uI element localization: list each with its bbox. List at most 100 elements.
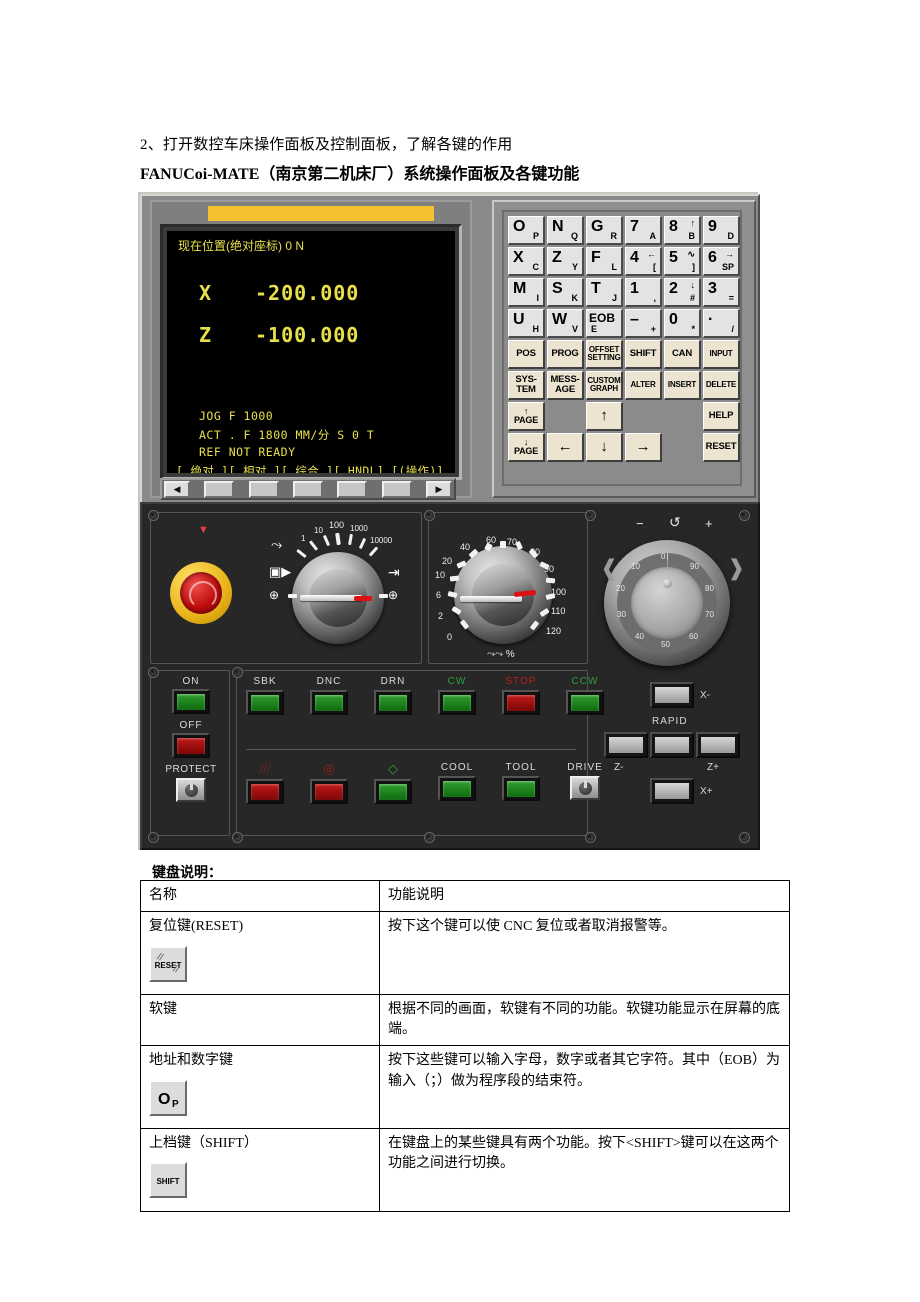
key-T-J[interactable]: TJ [586, 278, 623, 307]
key-8-B[interactable]: 8 ↑ B [664, 216, 701, 245]
feed-label-60: 60 [486, 535, 497, 545]
softkey-next[interactable]: ▶ [425, 480, 452, 498]
jog-x-plus-button[interactable] [650, 778, 694, 804]
key-minus-plus[interactable]: – + [625, 309, 662, 338]
row-softkey-desc: 根据不同的画面，软键有不同的功能。软键功能显示在屏幕的底端。 [379, 993, 790, 1047]
key-offset-setting[interactable]: OFFSET SETTING [586, 340, 623, 369]
dnc-button[interactable] [310, 690, 348, 715]
feed-label-10: 10 [435, 570, 446, 580]
key-7-A[interactable]: 7A [625, 216, 662, 245]
spindle-cw-button[interactable] [438, 690, 476, 715]
axis-z-label: Z [199, 323, 213, 347]
protect-keyswitch[interactable] [176, 778, 206, 802]
jog-x-minus-button[interactable] [650, 682, 694, 708]
mdi-keyboard-housing: OP NQ GR 7A 8 ↑ B 9D XC ZY FL 4 ←[ 5 ∿] 6 → SP… [492, 200, 756, 498]
key-O-P[interactable]: OP [508, 216, 545, 245]
chip-conveyor-button[interactable] [246, 779, 284, 804]
spindle-ccw-button[interactable] [566, 690, 604, 715]
key-EOB-E[interactable]: EOB E [586, 309, 623, 338]
cycle-start-button[interactable] [374, 779, 412, 804]
emergency-stop-button[interactable] [170, 562, 232, 624]
keyswitch-icon [184, 781, 198, 797]
key-6-SP[interactable]: 6 → SP [703, 247, 740, 276]
cursor-down-icon[interactable]: ↓ [586, 433, 623, 462]
machine-off-button[interactable] [172, 733, 210, 758]
key-M-I[interactable]: MI [508, 278, 545, 307]
heading-panel-title: FANUCoi-MATE（南京第二机床厂）系统操作面板及各键功能 [140, 166, 580, 183]
drive-keyswitch[interactable] [570, 776, 600, 800]
key-N-Q[interactable]: NQ [547, 216, 584, 245]
handwheel-grip-dimple [663, 579, 672, 588]
row-address-desc: 按下这些键可以输入字母，数字或者其它字符。其中（EOB）为输入（；）做为程序段的… [379, 1045, 790, 1130]
key-Z-Y[interactable]: ZY [547, 247, 584, 276]
cnc-display-screen: 现在位置(绝对座标) 0 N X -200.000 Z -100.000 JOG… [167, 231, 455, 473]
key-page-down[interactable]: ↓ PAGE [508, 433, 545, 462]
feed-label-110: 110 [551, 606, 566, 616]
key-reset[interactable]: RESET [703, 433, 740, 462]
panel-screw-tr [585, 510, 596, 521]
feed-label-80: 80 [530, 547, 541, 557]
key-insert[interactable]: INSERT [664, 371, 701, 400]
machine-on-button[interactable] [172, 689, 210, 714]
softkey-4[interactable] [337, 480, 368, 498]
cursor-left-icon[interactable]: ← [547, 433, 584, 462]
jog-z-minus-button[interactable] [604, 732, 648, 758]
softkey-5[interactable] [381, 480, 412, 498]
machine-control-panel: 1 10 100 1000 10000 ▣▶ ⇥ ⤳ ⊕ ⊕ 0 2 6 10 … [140, 502, 760, 850]
key-3-equals[interactable]: 3 = [703, 278, 740, 307]
key-5-bracket[interactable]: 5 ∿] [664, 247, 701, 276]
key-9-D[interactable]: 9D [703, 216, 740, 245]
key-2-hash[interactable]: 2 ↓ # [664, 278, 701, 307]
key-input[interactable]: INPUT [703, 340, 740, 369]
key-X-C[interactable]: XC [508, 247, 545, 276]
cool-label: COOL [440, 762, 474, 773]
key-help[interactable]: HELP [703, 402, 740, 431]
key-prog[interactable]: PROG [547, 340, 584, 369]
handwheel-arrow-right-icon: ❱ [727, 556, 746, 581]
key-can[interactable]: CAN [664, 340, 701, 369]
spindle-stop-button[interactable] [502, 690, 540, 715]
row-reset-desc: 按下这个键可以使 CNC 复位或者取消报警等。 [379, 911, 790, 995]
softkey-1[interactable] [204, 480, 235, 498]
handwheel-plus-label: + [705, 516, 713, 531]
key-system[interactable]: SYS- TEM [508, 371, 545, 400]
key-F-L[interactable]: FL [586, 247, 623, 276]
dry-run-button[interactable] [374, 690, 412, 715]
ccw-label: CCW [571, 676, 599, 687]
key-S-K[interactable]: SK [547, 278, 584, 307]
key-0-star[interactable]: 0 * [664, 309, 701, 338]
handwheel-scale-30: 30 [617, 610, 626, 619]
panel-screw-far-br [739, 832, 750, 843]
handwheel-scale-90: 90 [690, 562, 699, 571]
key-delete[interactable]: DELETE [703, 371, 740, 400]
key-alter[interactable]: ALTER [625, 371, 662, 400]
coolant-button[interactable] [438, 776, 476, 801]
softkey-3[interactable] [292, 480, 323, 498]
key-U-H[interactable]: UH [508, 309, 545, 338]
axis-x-value: -200.000 [255, 281, 360, 305]
key-dot-slash[interactable]: · / [703, 309, 740, 338]
jog-z-plus-button[interactable] [696, 732, 740, 758]
rapid-traverse-button[interactable] [650, 732, 694, 758]
key-custom-graph[interactable]: CUSTOM GRAPH [586, 371, 623, 400]
single-block-button[interactable] [246, 690, 284, 715]
key-W-V[interactable]: WV [547, 309, 584, 338]
key-G-R[interactable]: GR [586, 216, 623, 245]
tool-button[interactable] [502, 776, 540, 801]
on-lamp [177, 693, 205, 710]
feed-label-0: 0 [447, 632, 453, 642]
key-page-up[interactable]: ↑ PAGE [508, 402, 545, 431]
button-matrix-divider [246, 749, 576, 750]
key-message[interactable]: MESS- AGE [547, 371, 584, 400]
cursor-up-icon[interactable]: ↑ [586, 402, 623, 431]
key-1-comma[interactable]: 1, [625, 278, 662, 307]
handwheel-scale-70: 70 [705, 610, 714, 619]
key-shift[interactable]: SHIFT [625, 340, 662, 369]
softkey-prev[interactable]: ◀ [164, 480, 190, 498]
key-pos[interactable]: POS [508, 340, 545, 369]
handwheel-rotate-icon: ↺ [669, 514, 681, 530]
key-4-bracket[interactable]: 4 ←[ [625, 247, 662, 276]
feed-hold-button[interactable] [310, 779, 348, 804]
cursor-right-icon[interactable]: → [625, 433, 662, 462]
softkey-2[interactable] [248, 480, 279, 498]
